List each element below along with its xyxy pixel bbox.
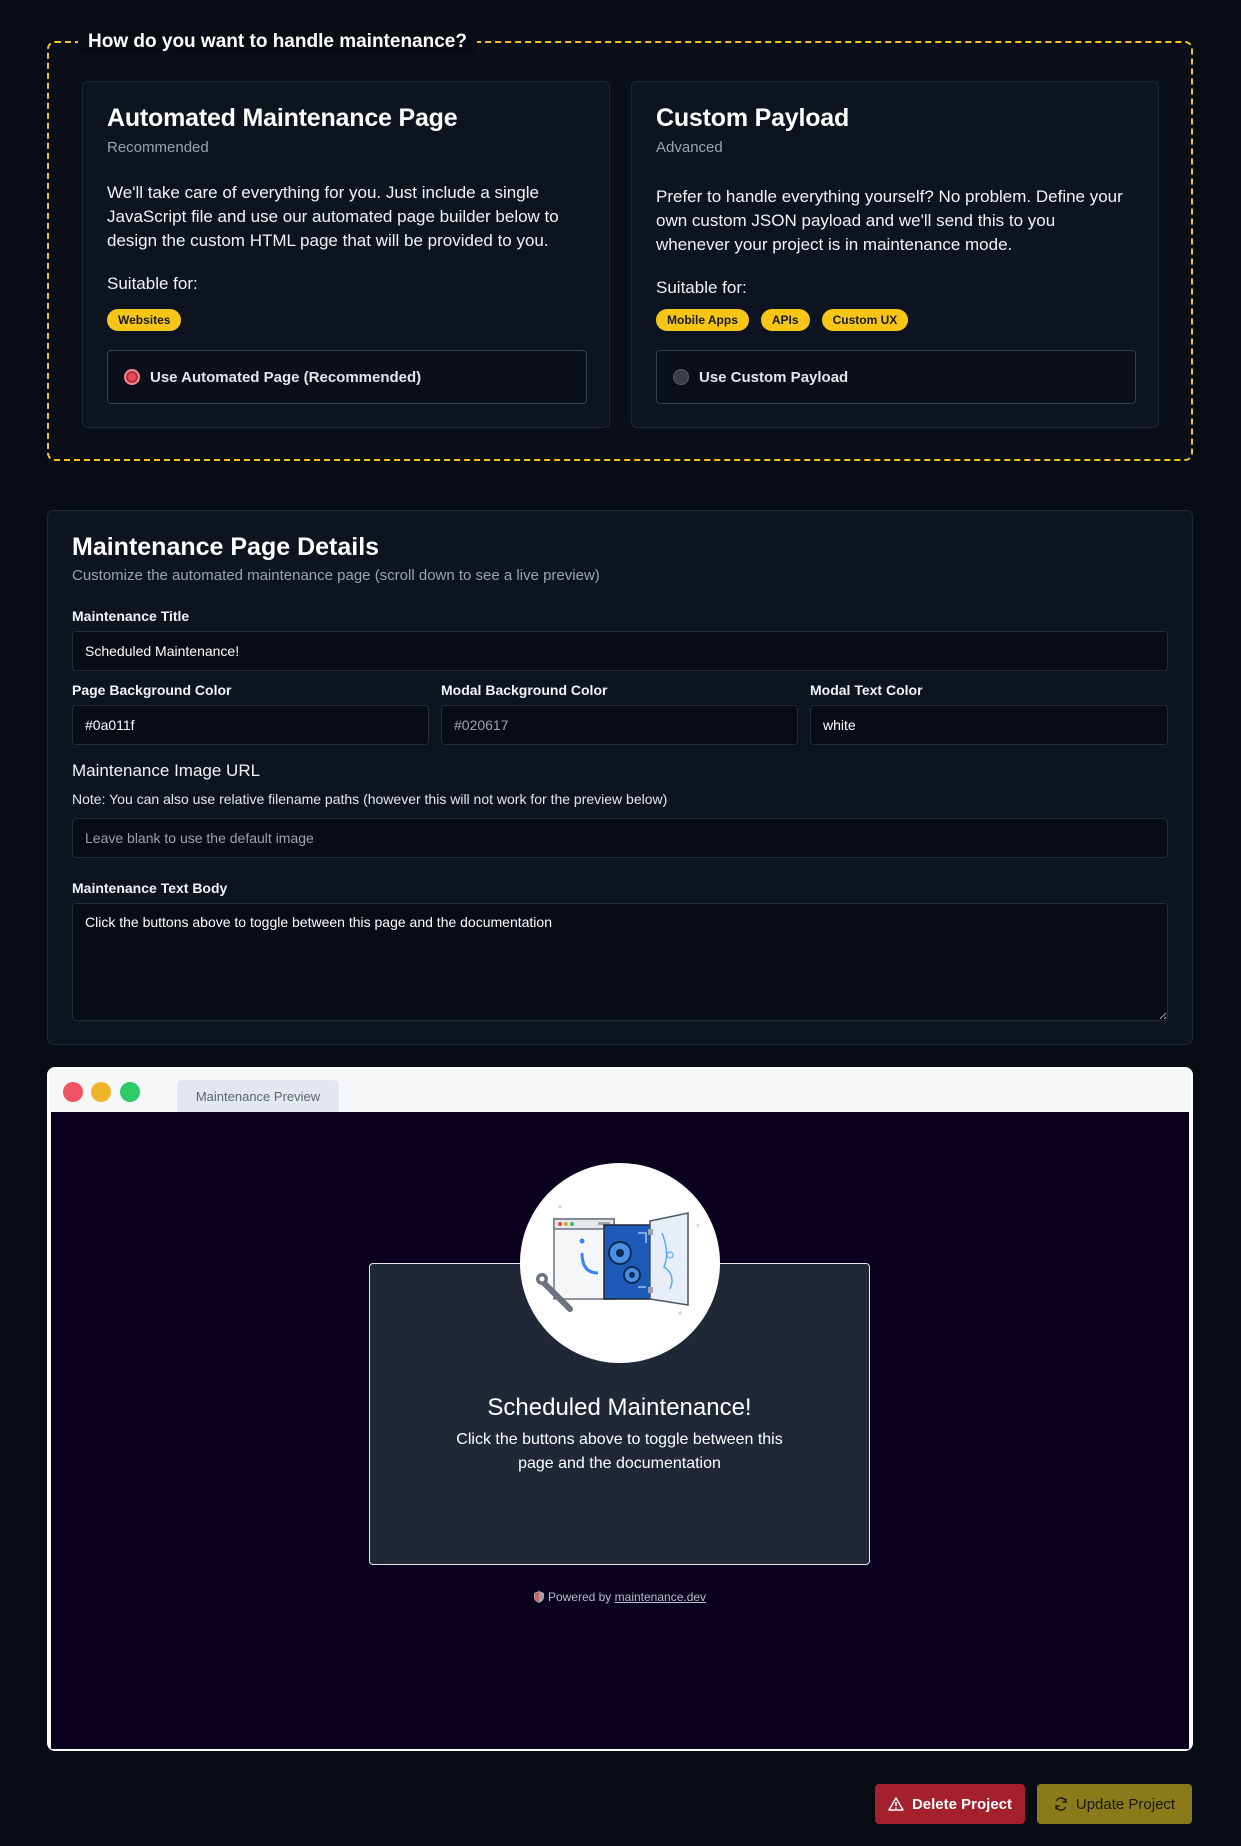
update-project-label: Update Project <box>1075 1795 1176 1813</box>
details-title: Maintenance Page Details <box>72 533 380 561</box>
shield-icon <box>533 1591 544 1603</box>
custom-option-title: Custom Payload <box>656 104 850 132</box>
powered-by-link[interactable]: maintenance.dev <box>615 1590 706 1604</box>
window-minimize-dot-icon <box>91 1082 111 1102</box>
modal-text-color-input[interactable] <box>810 705 1168 745</box>
tag-websites: Websites <box>107 309 182 331</box>
page-bg-color-label: Page Background Color <box>72 682 232 698</box>
delete-project-button[interactable]: Delete Project <box>875 1784 1025 1824</box>
page-bg-color-input[interactable] <box>72 705 429 745</box>
maintenance-illustration-icon <box>536 1205 700 1315</box>
image-url-note: Note: You can also use relative filename… <box>72 791 668 807</box>
radio-unselected-icon[interactable] <box>673 369 689 385</box>
automated-radio-option[interactable]: Use Automated Page (Recommended) <box>107 350 587 404</box>
automated-suitable-label: Suitable for: <box>107 274 198 293</box>
maintenance-illustration <box>520 1163 720 1363</box>
custom-option-subtitle: Advanced <box>656 139 723 156</box>
maintenance-mode-legend: How do you want to handle maintenance? <box>78 30 477 54</box>
update-project-button[interactable]: Update Project <box>1037 1784 1192 1824</box>
automated-radio-label: Use Automated Page (Recommended) <box>150 368 422 386</box>
image-url-label: Maintenance Image URL <box>72 761 261 780</box>
tag-mobile-apps: Mobile Apps <box>656 309 749 331</box>
maintenance-title-input[interactable] <box>72 631 1168 671</box>
details-subtitle: Customize the automated maintenance page… <box>72 567 600 584</box>
maintenance-title-label: Maintenance Title <box>72 608 190 624</box>
powered-by-footer: Powered by maintenance.dev <box>51 1590 1189 1604</box>
modal-bg-color-input[interactable] <box>441 705 798 745</box>
preview-modal-title: Scheduled Maintenance! <box>487 1394 752 1421</box>
window-maximize-dot-icon <box>120 1082 140 1102</box>
custom-radio-option[interactable]: Use Custom Payload <box>656 350 1136 404</box>
warning-icon <box>888 1797 904 1811</box>
custom-option-description: Prefer to handle everything yourself? No… <box>656 187 1123 254</box>
modal-bg-color-label: Modal Background Color <box>441 682 608 698</box>
delete-project-label: Delete Project <box>911 1795 1013 1813</box>
automated-option-card[interactable]: Automated Maintenance Page Recommended W… <box>82 81 610 428</box>
automated-option-title: Automated Maintenance Page <box>107 104 458 132</box>
window-close-dot-icon <box>63 1082 83 1102</box>
custom-radio-label: Use Custom Payload <box>699 368 849 386</box>
text-body-label: Maintenance Text Body <box>72 880 228 896</box>
maintenance-mode-fieldset: Automated Maintenance Page Recommended W… <box>47 41 1193 461</box>
tag-custom-ux: Custom UX <box>821 309 909 331</box>
modal-text-color-label: Modal Text Color <box>810 682 923 698</box>
preview-window: Maintenance Preview Scheduled Maintenanc… <box>47 1067 1193 1751</box>
maintenance-details-card: Maintenance Page Details Customize the a… <box>47 510 1193 1045</box>
text-body-textarea[interactable]: Click the buttons above to toggle betwee… <box>72 903 1168 1021</box>
automated-tag-list: Websites <box>107 309 182 331</box>
image-url-input[interactable] <box>72 818 1168 858</box>
custom-tag-list: Mobile Apps APIs Custom UX <box>656 309 909 331</box>
preview-viewport: Scheduled Maintenance! Click the buttons… <box>51 1112 1189 1749</box>
automated-option-subtitle: Recommended <box>107 139 209 156</box>
radio-selected-icon[interactable] <box>124 369 140 385</box>
custom-option-card[interactable]: Custom Payload Advanced Prefer to handle… <box>631 81 1159 428</box>
automated-option-description: We'll take care of everything for you. J… <box>107 183 559 250</box>
tag-apis: APIs <box>760 309 810 331</box>
custom-suitable-label: Suitable for: <box>656 278 747 297</box>
preview-modal-body: Click the buttons above to toggle betwee… <box>456 1431 783 1472</box>
refresh-icon <box>1055 1797 1067 1811</box>
preview-tab[interactable]: Maintenance Preview <box>177 1080 339 1113</box>
powered-by-text: Powered by <box>547 1590 612 1604</box>
